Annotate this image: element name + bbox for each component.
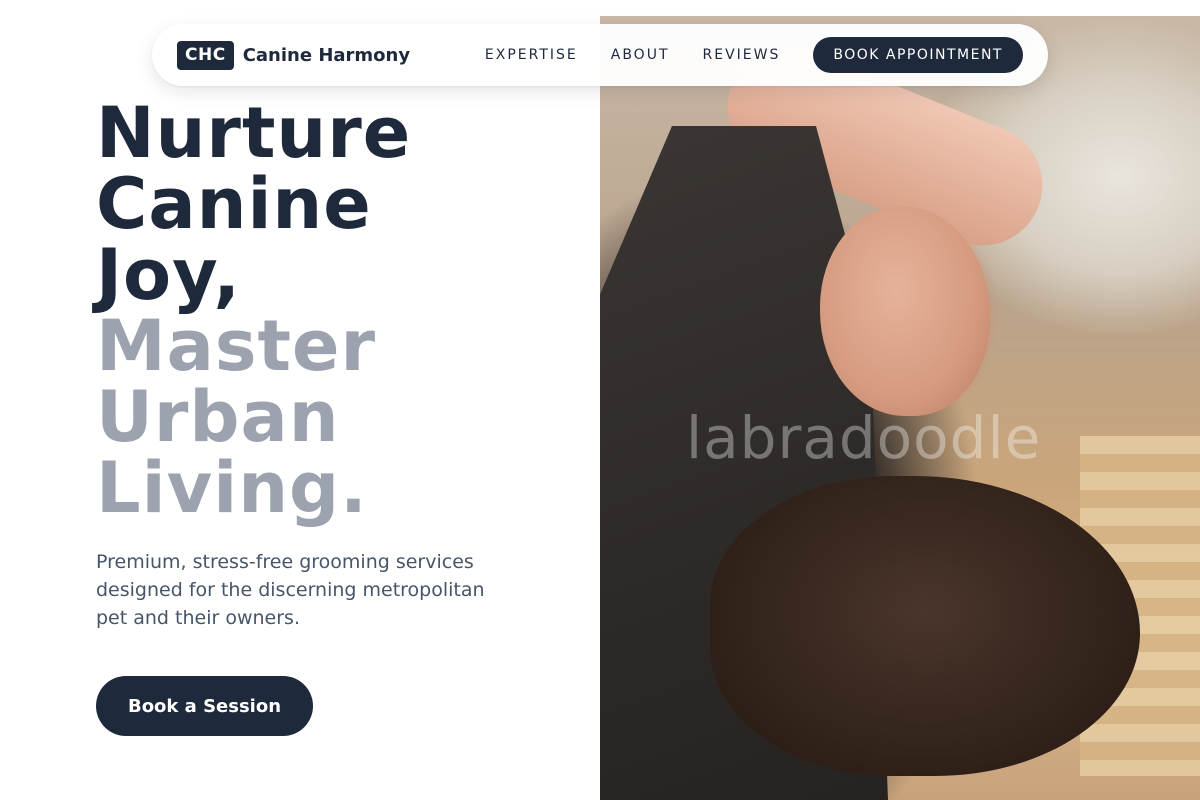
hero-headline: Nurture Canine Joy, Master Urban Living. <box>96 98 576 524</box>
hero-copy: Nurture Canine Joy, Master Urban Living.… <box>96 98 576 632</box>
brand[interactable]: CHC Canine Harmony <box>177 40 411 70</box>
headline-line: Nurture <box>96 92 412 174</box>
hero-subcopy: Premium, stress-free grooming services d… <box>96 551 485 629</box>
book-session-button[interactable]: Book a Session <box>96 676 313 736</box>
nav-link-about[interactable]: ABOUT <box>611 47 670 63</box>
hero-photo: labradoodle <box>600 16 1200 800</box>
logo-badge: CHC <box>177 40 234 70</box>
headline-line-muted: Urban <box>96 376 340 458</box>
top-nav: CHC Canine Harmony EXPERTISE ABOUT REVIE… <box>152 24 1048 86</box>
nav-link-reviews[interactable]: REVIEWS <box>703 47 781 63</box>
headline-line: Joy, <box>96 234 241 316</box>
headline-line-muted: Master <box>96 305 377 387</box>
nav-link-expertise[interactable]: EXPERTISE <box>485 47 578 63</box>
photo-watermark: labradoodle <box>686 404 1042 472</box>
photo-dog <box>710 476 1140 776</box>
book-appointment-button[interactable]: BOOK APPOINTMENT <box>813 37 1023 73</box>
headline-line-muted: Living. <box>96 447 368 529</box>
brand-name: Canine Harmony <box>242 44 411 66</box>
photo-groomer-head <box>820 206 990 416</box>
nav-links: EXPERTISE ABOUT REVIEWS BOOK APPOINTMENT <box>485 37 1023 73</box>
headline-line: Canine <box>96 163 372 245</box>
